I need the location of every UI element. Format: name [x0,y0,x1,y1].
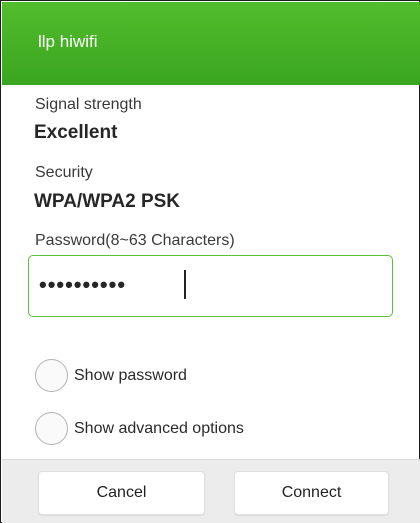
signal-strength-value: Excellent [34,122,118,143]
password-label: Password(8~63 Characters) [35,232,235,249]
show-password-label[interactable]: Show password [74,366,187,386]
dialog-button-bar: Cancel Connect [2,459,420,523]
dialog-header: llp hiwifi [2,2,420,85]
show-advanced-options-option[interactable]: Show advanced options [35,412,375,448]
security-label: Security [35,164,93,181]
password-masked-text: •••••••••• [39,272,127,297]
cancel-button[interactable]: Cancel [38,471,205,515]
show-advanced-options-label[interactable]: Show advanced options [74,419,244,439]
text-cursor [184,270,186,299]
show-password-option[interactable]: Show password [35,359,375,395]
signal-strength-label: Signal strength [35,96,142,113]
show-password-radio[interactable] [35,359,68,392]
network-name-title: llp hiwifi [38,32,98,51]
password-input[interactable]: •••••••••• [28,255,393,317]
wifi-connect-dialog: llp hiwifi Signal strength Excellent Sec… [0,0,420,523]
security-value: WPA/WPA2 PSK [34,191,181,212]
connect-button[interactable]: Connect [234,471,389,515]
show-advanced-options-radio[interactable] [35,412,68,445]
